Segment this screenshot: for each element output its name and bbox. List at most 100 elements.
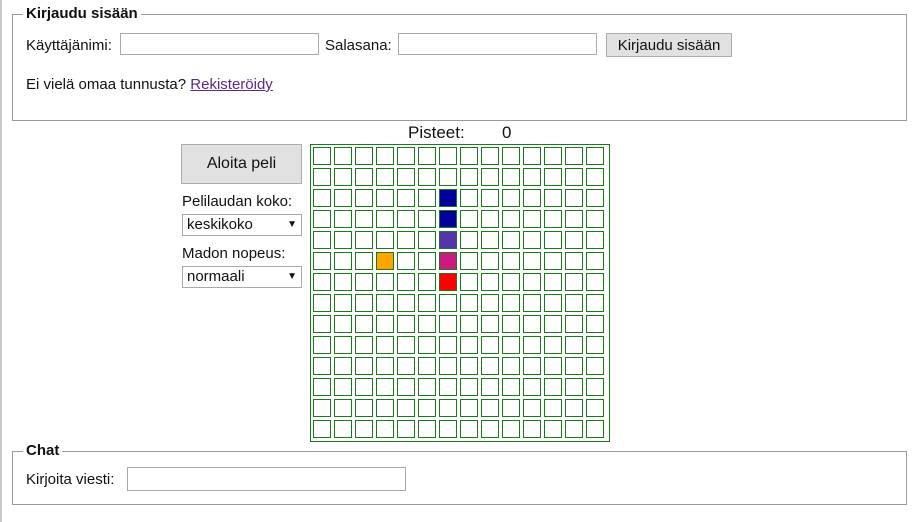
board-cell bbox=[313, 357, 331, 375]
board-cell bbox=[397, 420, 415, 438]
board-cell bbox=[439, 399, 457, 417]
board-cell bbox=[544, 231, 562, 249]
board-cell bbox=[460, 147, 478, 165]
board-cell bbox=[334, 252, 352, 270]
board-cell bbox=[565, 294, 583, 312]
board-cell bbox=[586, 294, 604, 312]
board-cell bbox=[418, 168, 436, 186]
board-cell bbox=[502, 420, 520, 438]
score-value: 0 bbox=[502, 123, 512, 142]
board-cell bbox=[544, 210, 562, 228]
board-cell bbox=[334, 147, 352, 165]
board-cell bbox=[355, 294, 373, 312]
board-cell bbox=[334, 210, 352, 228]
board-cell bbox=[544, 189, 562, 207]
chat-legend: Chat bbox=[23, 442, 63, 460]
board-cell bbox=[376, 336, 394, 354]
password-input[interactable] bbox=[398, 33, 597, 55]
board-size-select[interactable]: keskikoko ▼ bbox=[182, 214, 302, 236]
board-cell bbox=[586, 252, 604, 270]
board-cell bbox=[481, 189, 499, 207]
board-cell bbox=[376, 273, 394, 291]
board-cell bbox=[544, 273, 562, 291]
board-cell bbox=[439, 336, 457, 354]
board-cell bbox=[586, 189, 604, 207]
board-cell bbox=[460, 189, 478, 207]
board-cell bbox=[481, 378, 499, 396]
board-cell bbox=[523, 357, 541, 375]
board-cell bbox=[397, 315, 415, 333]
board-cell bbox=[418, 378, 436, 396]
board-cell bbox=[313, 189, 331, 207]
board-cell bbox=[376, 357, 394, 375]
board-cell bbox=[544, 420, 562, 438]
board-cell bbox=[502, 294, 520, 312]
snake-segment bbox=[439, 189, 457, 207]
board-cell bbox=[397, 189, 415, 207]
password-label: Salasana: bbox=[325, 37, 392, 54]
board-cell bbox=[460, 252, 478, 270]
board-cell bbox=[313, 378, 331, 396]
board-cell bbox=[523, 420, 541, 438]
board-cell bbox=[565, 189, 583, 207]
board-cell bbox=[397, 147, 415, 165]
board-cell bbox=[502, 147, 520, 165]
board-cell bbox=[502, 273, 520, 291]
board-cell bbox=[544, 294, 562, 312]
board-cell bbox=[544, 252, 562, 270]
board-cell bbox=[313, 294, 331, 312]
board-cell bbox=[376, 378, 394, 396]
board-cell bbox=[418, 336, 436, 354]
board-cell bbox=[523, 336, 541, 354]
board-cell bbox=[586, 231, 604, 249]
window-edge bbox=[0, 0, 2, 522]
board-cell bbox=[502, 378, 520, 396]
board-cell bbox=[481, 294, 499, 312]
start-game-button[interactable]: Aloita peli bbox=[181, 144, 302, 184]
board-cell bbox=[313, 336, 331, 354]
login-button[interactable]: Kirjaudu sisään bbox=[606, 33, 732, 57]
board-cell bbox=[586, 420, 604, 438]
board-cell bbox=[376, 420, 394, 438]
board-cell bbox=[523, 294, 541, 312]
board-cell bbox=[481, 273, 499, 291]
board-cell bbox=[565, 315, 583, 333]
board-cell bbox=[313, 273, 331, 291]
board-cell bbox=[376, 189, 394, 207]
board-cell bbox=[565, 378, 583, 396]
board-cell bbox=[523, 210, 541, 228]
board-cell bbox=[397, 252, 415, 270]
board-cell bbox=[355, 210, 373, 228]
board-cell bbox=[397, 399, 415, 417]
board-cell bbox=[313, 147, 331, 165]
board-cell bbox=[586, 147, 604, 165]
board-cell bbox=[439, 168, 457, 186]
message-input[interactable] bbox=[127, 467, 406, 491]
board-cell bbox=[523, 378, 541, 396]
board-cell bbox=[418, 399, 436, 417]
board-cell bbox=[439, 357, 457, 375]
board-cell bbox=[586, 336, 604, 354]
board-cell bbox=[460, 378, 478, 396]
board-cell bbox=[565, 147, 583, 165]
board-cell bbox=[460, 420, 478, 438]
board-cell bbox=[376, 231, 394, 249]
board-cell bbox=[355, 252, 373, 270]
board-cell bbox=[313, 231, 331, 249]
username-input[interactable] bbox=[120, 33, 319, 55]
speed-select[interactable]: normaali ▼ bbox=[182, 266, 302, 288]
board-size-value: keskikoko bbox=[187, 216, 253, 233]
board-cell bbox=[523, 252, 541, 270]
board-cell bbox=[334, 315, 352, 333]
board-cell bbox=[397, 273, 415, 291]
board-cell bbox=[418, 231, 436, 249]
board-cell bbox=[502, 336, 520, 354]
board-cell bbox=[460, 336, 478, 354]
board-cell bbox=[397, 231, 415, 249]
board-cell bbox=[334, 231, 352, 249]
register-link[interactable]: Rekisteröidy bbox=[190, 76, 273, 93]
board-cell bbox=[481, 357, 499, 375]
board-cell bbox=[418, 420, 436, 438]
board-cell bbox=[523, 147, 541, 165]
board-cell bbox=[502, 399, 520, 417]
